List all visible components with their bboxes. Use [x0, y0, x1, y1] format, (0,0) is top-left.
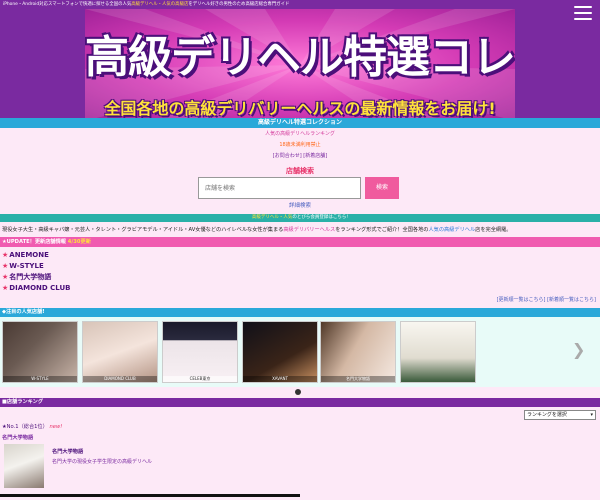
- ranking-link[interactable]: 人気の高級デリヘルランキング: [0, 129, 600, 140]
- thumb-caption: XAVANT: [243, 376, 317, 382]
- shop-name: ANEMONE: [9, 251, 49, 259]
- list-item[interactable]: ★ANEMONE: [2, 250, 302, 261]
- shop-name: DIAMOND CLUB: [9, 284, 71, 292]
- star-icon: ★: [2, 273, 9, 281]
- popular-header: ◆注目の人気店舗!: [0, 308, 600, 317]
- shop-name: 名門大学物語: [9, 273, 52, 281]
- rank-shop-title[interactable]: 名門大学物語: [52, 448, 83, 455]
- new-badge: new!: [49, 424, 63, 430]
- banner-left-bg: [0, 9, 85, 121]
- list-item[interactable]: ★名門大学物語: [2, 272, 302, 283]
- intro-part-a: 現役女子大生・高級キャバ嬢・元芸人・タレント・グラビアモデル・アイドル・AV女優…: [2, 227, 284, 233]
- ranking-select[interactable]: ランキングを選択 ▾: [524, 410, 596, 420]
- shop-name: W-STYLE: [9, 262, 44, 270]
- site-banner[interactable]: 高級デリヘル特選コレクション 全国各地の高級デリバリーヘルスの最新情報をお届け!: [85, 9, 515, 121]
- intro-part-b: をランキング形式でご紹介！全国各地の: [335, 227, 429, 233]
- star-icon: ★: [2, 284, 9, 292]
- top-strip-highlight: 高級デリヘル・人気の高級店: [131, 2, 189, 7]
- update-shop-list: ★ANEMONE ★W-STYLE ★名門大学物語 ★DIAMOND CLUB: [2, 250, 302, 294]
- more-list-links[interactable]: [更新順一覧はこちら] [新着順一覧はこちら]: [497, 296, 596, 303]
- intro-text: 現役女子大生・高級キャバ嬢・元芸人・タレント・グラビアモデル・アイドル・AV女優…: [2, 226, 598, 234]
- search-input[interactable]: [198, 177, 361, 199]
- gallery-thumb[interactable]: DIAMOND CLUB: [82, 321, 158, 383]
- banner-subtitle: 全国各地の高級デリバリーヘルスの最新情報をお届け!: [104, 99, 496, 118]
- update-date: 4/30更新: [67, 239, 91, 245]
- list-item[interactable]: ★W-STYLE: [2, 261, 302, 272]
- rank-shop-image[interactable]: [4, 444, 44, 488]
- ranking-select-value: ランキングを選択: [527, 412, 567, 418]
- rank-shop-link[interactable]: 名門大学物語: [2, 434, 33, 441]
- gallery-thumb[interactable]: 名門大学物語: [320, 321, 396, 383]
- ranking-header: ■店舗ランキング: [0, 398, 600, 407]
- ticker-text: のとびら会員登録はこちら!: [292, 215, 349, 220]
- search-button[interactable]: 検索: [365, 177, 399, 199]
- advanced-search-link[interactable]: 詳細検索: [0, 201, 600, 209]
- top-strip-text-a: iPhone・Android対応スマートフォンで快適に探せる全国の人気: [3, 2, 132, 7]
- thumb-caption: W-STYLE: [3, 376, 77, 382]
- star-icon: ★: [2, 251, 9, 259]
- site-info: 人気の高級デリヘルランキング 18歳未満利用禁止 [お問合わせ] [新着店舗]: [0, 129, 600, 162]
- star-icon: ★: [2, 262, 9, 270]
- thumb-caption: CELEB東京: [163, 376, 237, 382]
- carousel-dot[interactable]: [295, 389, 301, 395]
- site-name-bar: 高級デリヘル特選コレクション: [0, 118, 600, 128]
- update-label: UPDATE！更新店舗情報: [6, 239, 66, 245]
- banner-right-bg: [515, 9, 600, 121]
- rank-heading: ★No.1（総合1位） new!: [2, 423, 62, 430]
- banner-title: 高級デリヘル特選コレクション: [85, 32, 515, 83]
- gallery-thumb[interactable]: [400, 321, 476, 383]
- member-ticker[interactable]: 高級デリヘル・人気のとびら会員登録はこちら!: [0, 214, 600, 222]
- divider: [0, 494, 300, 497]
- search-title: 店舗検索: [286, 167, 314, 175]
- top-announcement-strip: iPhone・Android対応スマートフォンで快適に探せる全国の人気高級デリヘ…: [0, 0, 600, 9]
- rank-shop-description: 名門大学の現役女子学生限定の高級デリヘル: [52, 459, 153, 465]
- gallery-thumb[interactable]: CELEB東京: [162, 321, 238, 383]
- top-strip-text-b: をデリヘル好きの男性のため高級店総合専門ガイド: [188, 2, 290, 7]
- hamburger-menu-icon[interactable]: [574, 6, 592, 20]
- intro-highlight-2[interactable]: 人気の高級デリヘル: [428, 227, 475, 233]
- thumb-caption: DIAMOND CLUB: [83, 376, 157, 382]
- intro-part-c: 店を完全網羅。: [475, 227, 512, 233]
- ticker-highlight: 高級デリヘル・人気: [251, 215, 293, 220]
- popular-gallery: W-STYLE DIAMOND CLUB CELEB東京 XAVANT 名門大学…: [0, 317, 600, 387]
- list-item[interactable]: ★DIAMOND CLUB: [2, 283, 302, 294]
- rank-position: ★No.1（総合1位）: [2, 424, 48, 430]
- age-notice: 18歳未満利用禁止: [279, 142, 321, 148]
- intro-highlight-1[interactable]: 高級デリバリーヘルス: [283, 227, 335, 233]
- gallery-thumb[interactable]: W-STYLE: [2, 321, 78, 383]
- gallery-thumb[interactable]: XAVANT: [242, 321, 318, 383]
- thumb-caption: 名門大学物語: [321, 376, 395, 382]
- chevron-right-icon[interactable]: ❯: [572, 340, 585, 359]
- update-header: ★UPDATE！更新店舗情報 4/30更新: [0, 237, 600, 247]
- contact-links[interactable]: [お問合わせ] [新着店舗]: [0, 151, 600, 162]
- chevron-down-icon: ▾: [590, 412, 593, 418]
